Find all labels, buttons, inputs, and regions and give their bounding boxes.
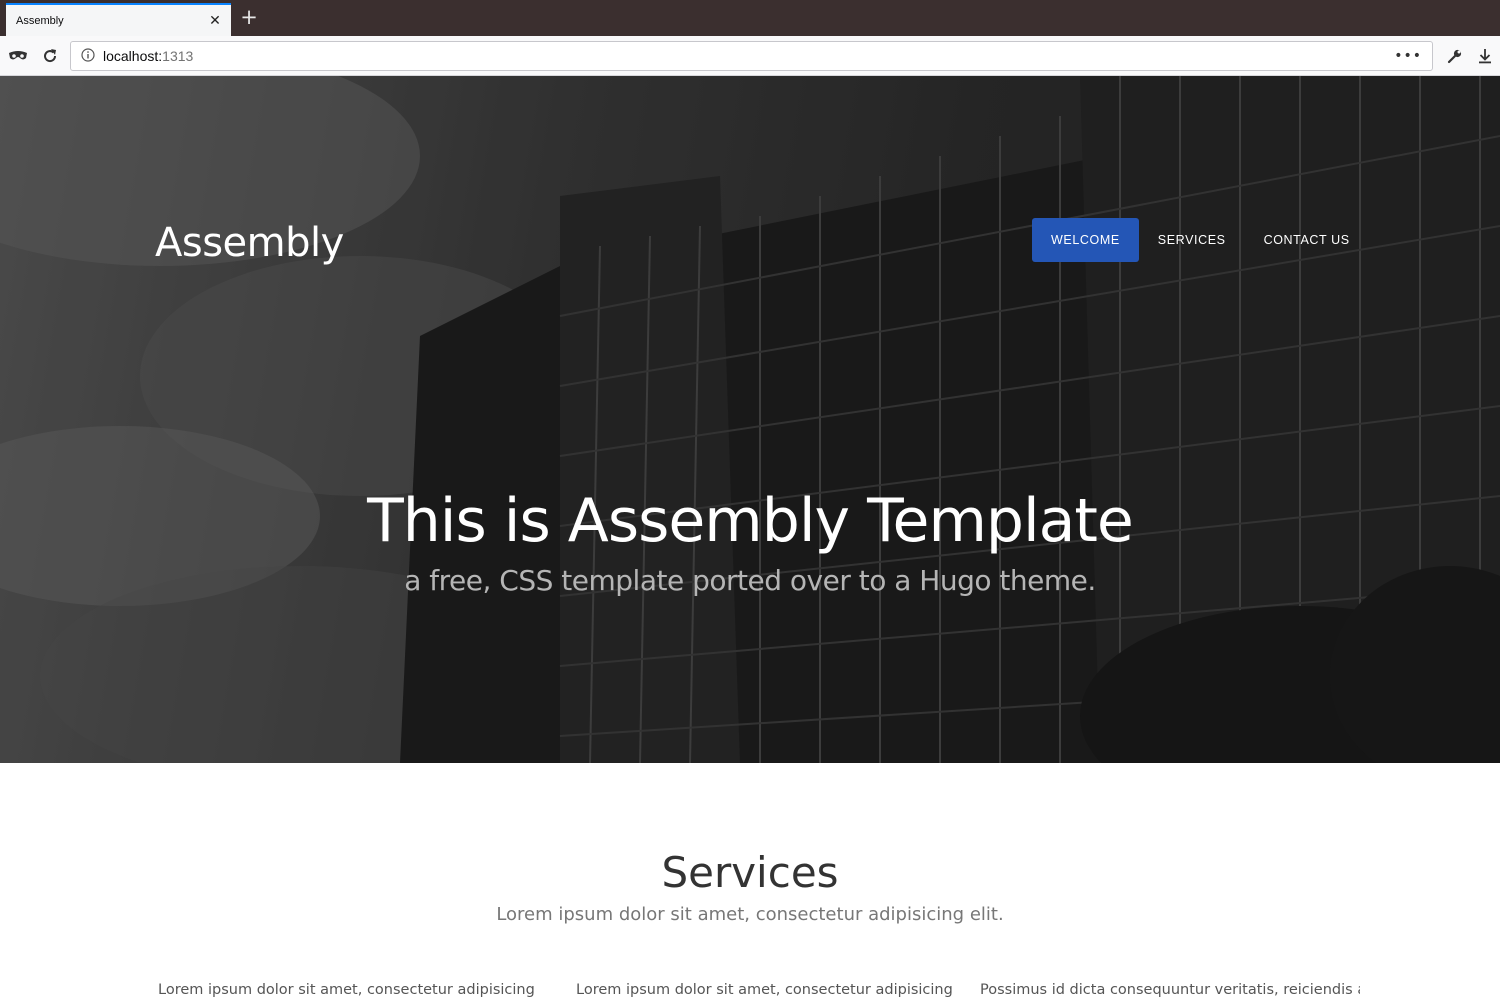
browser-tabbar: Assembly ✕ + <box>0 0 1500 36</box>
service-column-text: Possimus id dicta consequuntur veritatis… <box>980 982 1360 998</box>
close-icon[interactable]: ✕ <box>207 13 223 29</box>
site-brand[interactable]: Assembly <box>155 220 344 266</box>
hero-title: This is Assembly Template <box>367 486 1134 556</box>
menu-item-contact-us[interactable]: CONTACT US <box>1245 218 1369 262</box>
menu-item-welcome[interactable]: WELCOME <box>1032 218 1139 262</box>
url-text: localhost:1313 <box>103 48 193 64</box>
download-icon[interactable] <box>1473 44 1497 68</box>
browser-navbar: localhost:1313 ••• <box>0 36 1500 76</box>
hero-section: Assembly WELCOME SERVICES CONTACT US Thi… <box>0 76 1500 763</box>
ellipsis-icon[interactable]: ••• <box>1394 48 1422 64</box>
service-column-text: Lorem ipsum dolor sit amet, consectetur … <box>576 982 953 998</box>
mask-icon[interactable] <box>6 44 30 68</box>
wrench-icon[interactable] <box>1443 44 1467 68</box>
site-menu: WELCOME SERVICES CONTACT US <box>1032 218 1369 262</box>
info-icon[interactable] <box>81 47 95 66</box>
url-host: localhost: <box>103 48 163 64</box>
url-bar[interactable]: localhost:1313 ••• <box>70 41 1433 71</box>
reload-icon[interactable] <box>38 44 62 68</box>
services-title: Services <box>661 848 839 897</box>
browser-tab[interactable]: Assembly ✕ <box>6 3 231 36</box>
menu-item-services[interactable]: SERVICES <box>1139 218 1245 262</box>
url-port: 1313 <box>162 48 194 64</box>
service-column-text: Lorem ipsum dolor sit amet, consectetur … <box>158 982 538 998</box>
tab-title: Assembly <box>16 14 64 27</box>
hero-overlay <box>0 76 1500 763</box>
services-subtitle: Lorem ipsum dolor sit amet, consectetur … <box>496 904 1004 925</box>
plus-icon[interactable]: + <box>238 4 260 30</box>
hero-subtitle: a free, CSS template ported over to a Hu… <box>404 564 1096 597</box>
